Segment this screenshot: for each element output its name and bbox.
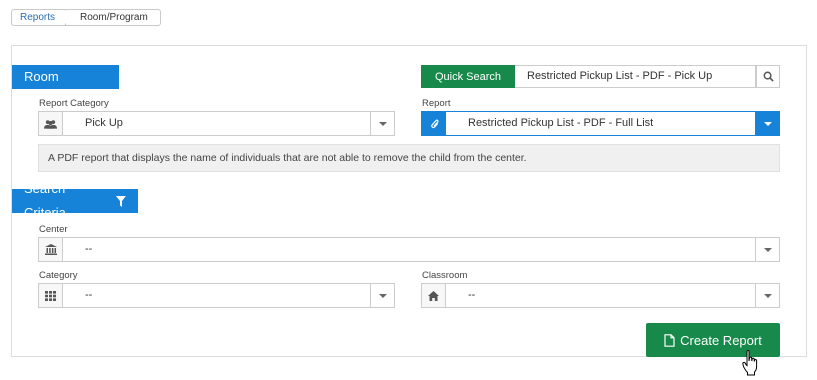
breadcrumb: Reports Room/Program bbox=[11, 9, 162, 26]
paperclip-icon bbox=[422, 112, 446, 135]
search-icon[interactable] bbox=[756, 65, 780, 88]
category-value: -- bbox=[85, 289, 93, 301]
category-select[interactable]: -- bbox=[38, 283, 395, 308]
filter-icon bbox=[116, 195, 126, 207]
quick-search-input[interactable]: Restricted Pickup List - PDF - Pick Up bbox=[515, 65, 756, 88]
bank-icon bbox=[39, 238, 63, 261]
create-report-button[interactable]: Create Report bbox=[646, 323, 780, 357]
room-reports-header: Room Reports bbox=[12, 65, 119, 108]
report-category-value: Pick Up bbox=[85, 117, 123, 129]
hand-cursor-icon bbox=[742, 350, 758, 376]
chevron-down-icon[interactable] bbox=[370, 112, 394, 135]
breadcrumb-current: Room/Program bbox=[65, 9, 162, 26]
quick-search: Quick Search Restricted Pickup List - PD… bbox=[421, 65, 780, 88]
report-label: Report bbox=[422, 98, 451, 109]
grid-icon bbox=[39, 284, 63, 307]
classroom-select[interactable]: -- bbox=[421, 283, 780, 308]
breadcrumb-reports-link[interactable]: Reports bbox=[11, 9, 73, 26]
chevron-down-icon[interactable] bbox=[370, 284, 394, 307]
classroom-value: -- bbox=[468, 289, 476, 301]
report-panel: Room Reports Quick Search Restricted Pic… bbox=[11, 45, 807, 357]
chevron-down-icon[interactable] bbox=[755, 238, 779, 261]
document-icon bbox=[664, 333, 675, 347]
report-category-label: Report Category bbox=[39, 98, 109, 109]
chevron-down-icon[interactable] bbox=[755, 284, 779, 307]
center-select[interactable]: -- bbox=[38, 237, 780, 262]
report-description: A PDF report that displays the name of i… bbox=[38, 144, 780, 172]
search-criteria-title: Search Criteria bbox=[24, 181, 66, 220]
quick-search-button[interactable]: Quick Search bbox=[421, 65, 515, 88]
category-label: Category bbox=[39, 270, 78, 281]
center-label: Center bbox=[39, 224, 68, 235]
classroom-label: Classroom bbox=[422, 270, 468, 281]
center-value: -- bbox=[85, 243, 93, 255]
search-criteria-header: Search Criteria bbox=[12, 181, 138, 220]
report-value: Restricted Pickup List - PDF - Full List bbox=[468, 117, 654, 129]
chevron-down-icon[interactable] bbox=[755, 112, 779, 135]
report-category-select[interactable]: Pick Up bbox=[38, 111, 395, 136]
report-select[interactable]: Restricted Pickup List - PDF - Full List bbox=[421, 111, 780, 136]
home-icon bbox=[422, 284, 446, 307]
users-icon bbox=[39, 112, 63, 135]
create-report-label: Create Report bbox=[680, 332, 762, 348]
